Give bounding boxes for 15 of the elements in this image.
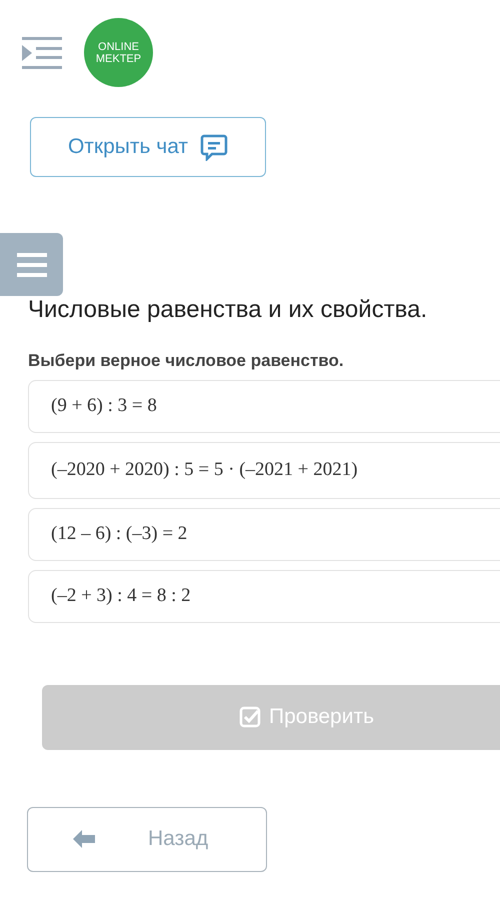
checkbox-icon <box>239 706 261 728</box>
answer-option[interactable]: (–2020 + 2020) : 5 = 5 · (–2021 + 2021) <box>28 442 500 498</box>
answer-option[interactable]: (9 + 6) : 3 = 8 <box>28 380 500 432</box>
lesson-title: Числовые равенства и их свойства. <box>28 295 428 325</box>
logo-text: ONLINE <box>98 40 139 52</box>
answer-option[interactable]: (–2 + 3) : 4 = 8 : 2 <box>28 570 500 622</box>
menu-icon <box>16 252 46 276</box>
menu-icon[interactable] <box>22 36 62 68</box>
question-text: Выбери верное числовое равенство. <box>28 350 345 372</box>
open-chat-button[interactable]: Открыть чат <box>30 117 266 177</box>
chat-icon <box>200 133 228 161</box>
sidebar-toggle[interactable] <box>0 233 63 296</box>
logo-text: MEKTEP <box>96 52 142 64</box>
answer-option[interactable]: (12 – 6) : (–3) = 2 <box>28 508 500 560</box>
arrow-left-icon <box>73 830 95 848</box>
